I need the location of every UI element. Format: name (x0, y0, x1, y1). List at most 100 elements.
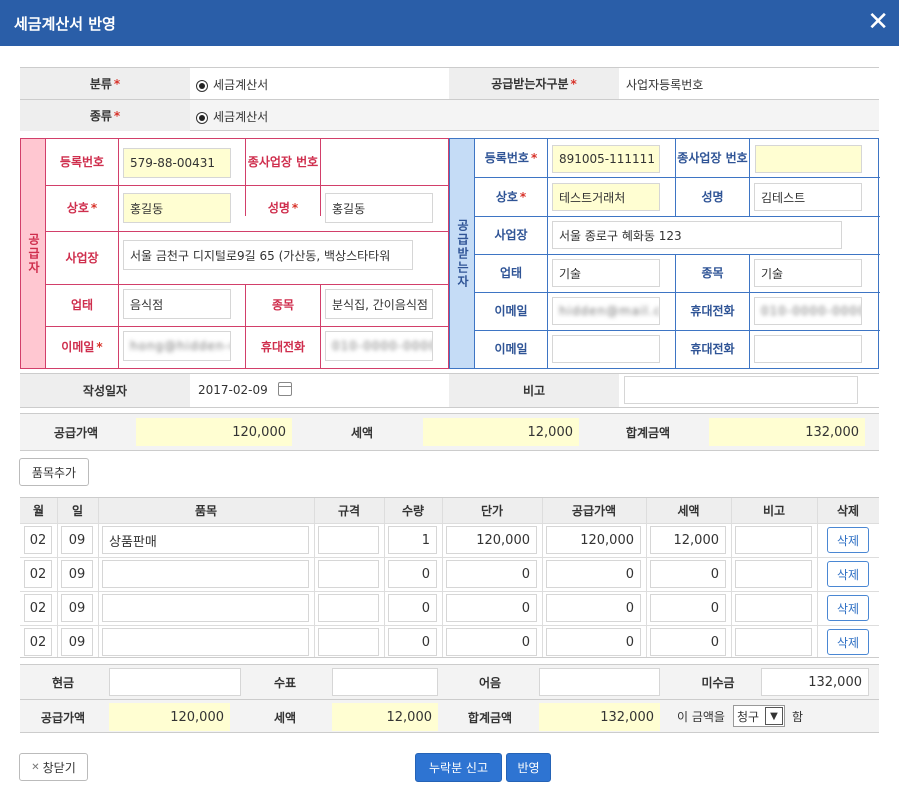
add-item-button[interactable]: 품목추가 (19, 458, 89, 486)
buyer-item-field[interactable]: 기술 (754, 259, 862, 287)
item-day-field[interactable]: 09 (61, 526, 93, 554)
delete-row-button[interactable]: 삭제 (827, 595, 869, 621)
item-spec-field[interactable] (318, 526, 379, 554)
payment-tax-field[interactable]: 12,000 (332, 703, 438, 731)
buyer-regno-field[interactable]: 891005-111111 (552, 145, 660, 173)
supplier-item-field[interactable]: 분식집, 간이음식점 (325, 289, 433, 319)
items-header-cell: 일 (71, 504, 84, 518)
item-day-field[interactable]: 09 (61, 560, 93, 588)
item-item-field[interactable] (102, 560, 309, 588)
item-item-field[interactable] (102, 628, 309, 656)
item-month-field[interactable]: 02 (24, 628, 52, 656)
items-header-cell: 공급가액 (571, 504, 617, 518)
buyer-email2-field[interactable] (552, 335, 660, 363)
buyer-rep-field[interactable]: 김테스트 (754, 183, 862, 211)
check-field[interactable] (332, 668, 438, 696)
buyer-subbiz-field[interactable] (755, 145, 862, 173)
item-month-field[interactable]: 02 (24, 560, 52, 588)
item-qty-field[interactable]: 0 (388, 594, 437, 622)
category-radio[interactable]: 세금계산서 (196, 76, 268, 93)
amount-prefix: 이 금액을 (677, 710, 725, 724)
totals-supply-label: 공급가액 (53, 425, 99, 440)
apply-button[interactable]: 반영 (506, 753, 551, 782)
buyer-email-field[interactable]: hidden@mail.com (552, 297, 660, 325)
item-note-field[interactable] (735, 628, 812, 656)
supplier-subbiz-label: 종사업장 번호 (247, 154, 319, 169)
delete-row-button[interactable]: 삭제 (827, 629, 869, 655)
supplier-side-label: 공급자 (21, 139, 45, 368)
omission-report-button[interactable]: 누락분 신고 (415, 753, 502, 782)
item-spec-field[interactable] (318, 628, 379, 656)
buyer-email-label: 이메일 (494, 304, 528, 318)
item-unit-price-field[interactable]: 0 (446, 560, 537, 588)
claim-select[interactable]: 청구 ▼ (733, 705, 785, 727)
item-supply-field[interactable]: 0 (546, 560, 641, 588)
buyer-rep-label: 성명 (701, 189, 724, 204)
item-unit-price-field[interactable]: 0 (446, 628, 537, 656)
buyer-phone2-field[interactable] (754, 335, 862, 363)
item-item-field[interactable]: 상품판매 (102, 526, 309, 554)
note-bill-field[interactable] (539, 668, 660, 696)
item-qty-field[interactable]: 0 (388, 628, 437, 656)
payment-total-field[interactable]: 132,000 (539, 703, 660, 731)
item-unit-price-field[interactable]: 120,000 (446, 526, 537, 554)
supplier-regno-label: 등록번호 (59, 154, 105, 169)
delete-row-button[interactable]: 삭제 (827, 561, 869, 587)
item-note-field[interactable] (735, 526, 812, 554)
supplier-phone-field[interactable]: 010-0000-0000 (325, 331, 433, 361)
supplier-rep-field[interactable]: 홍길동 (325, 193, 433, 223)
item-day-field[interactable]: 09 (61, 594, 93, 622)
buyer-name-field[interactable]: 테스트거래처 (552, 183, 660, 211)
cash-field[interactable] (109, 668, 241, 696)
buyer-type-field[interactable]: 기술 (552, 259, 660, 287)
delete-row-button[interactable]: 삭제 (827, 527, 869, 553)
buyer-phone-field[interactable]: 010-0000-0000 (754, 297, 862, 325)
receivable-field[interactable]: 132,000 (761, 668, 869, 696)
item-tax-field[interactable]: 0 (650, 628, 726, 656)
item-note-field[interactable] (735, 594, 812, 622)
note-label: 비고 (449, 374, 619, 407)
supplier-regno-field[interactable]: 579-88-00431 (123, 148, 231, 178)
supplier-name-field[interactable]: 홍길동 (123, 193, 231, 223)
totals-tax-field[interactable]: 12,000 (423, 418, 579, 446)
item-tax-field[interactable]: 12,000 (650, 526, 726, 554)
close-window-button[interactable]: ✕ 창닫기 (19, 753, 88, 781)
table-row: 02 09 상품판매 1 120,000 120,000 12,000 삭제 (20, 523, 879, 557)
kind-radio[interactable]: 세금계산서 (196, 108, 268, 125)
supplier-type-field[interactable]: 음식점 (123, 289, 231, 319)
item-day-field[interactable]: 09 (61, 628, 93, 656)
item-supply-field[interactable]: 0 (546, 594, 641, 622)
dialog-title: 세금계산서 반영 (14, 15, 116, 33)
item-unit-price-field[interactable]: 0 (446, 594, 537, 622)
supplier-address-field[interactable]: 서울 금천구 디지털로9길 65 (가산동, 백상스타타워 (123, 240, 413, 270)
payment-supply-label: 공급가액 (40, 710, 86, 725)
item-spec-field[interactable] (318, 594, 379, 622)
item-month-field[interactable]: 02 (24, 526, 52, 554)
buyer-side-label: 공급받는자 (450, 139, 474, 368)
buyer-address-field[interactable]: 서울 종로구 혜화동 123 (552, 221, 842, 249)
item-qty-field[interactable]: 1 (388, 526, 437, 554)
calendar-icon[interactable] (278, 382, 292, 396)
totals-supply-field[interactable]: 120,000 (136, 418, 292, 446)
items-header-cell: 월 (32, 504, 45, 518)
item-tax-field[interactable]: 0 (650, 594, 726, 622)
note-field[interactable] (624, 376, 858, 404)
item-note-field[interactable] (735, 560, 812, 588)
items-header-cell: 단가 (480, 504, 504, 518)
item-tax-field[interactable]: 0 (650, 560, 726, 588)
item-month-field[interactable]: 02 (24, 594, 52, 622)
payment-supply-field[interactable]: 120,000 (109, 703, 230, 731)
check-label: 수표 (273, 675, 297, 690)
item-item-field[interactable] (102, 594, 309, 622)
date-field[interactable]: 2017-02-09 (192, 376, 272, 404)
supplier-email-field[interactable]: hong@hidden-mail.com (123, 331, 231, 361)
items-header-cell: 품목 (194, 504, 218, 518)
radio-selected-icon (196, 79, 208, 92)
table-row: 02 09 0 0 0 0 삭제 (20, 557, 879, 591)
item-qty-field[interactable]: 0 (388, 560, 437, 588)
item-supply-field[interactable]: 0 (546, 628, 641, 656)
item-supply-field[interactable]: 120,000 (546, 526, 641, 554)
totals-total-field[interactable]: 132,000 (709, 418, 865, 446)
item-spec-field[interactable] (318, 560, 379, 588)
close-icon[interactable]: ✕ (867, 7, 889, 37)
